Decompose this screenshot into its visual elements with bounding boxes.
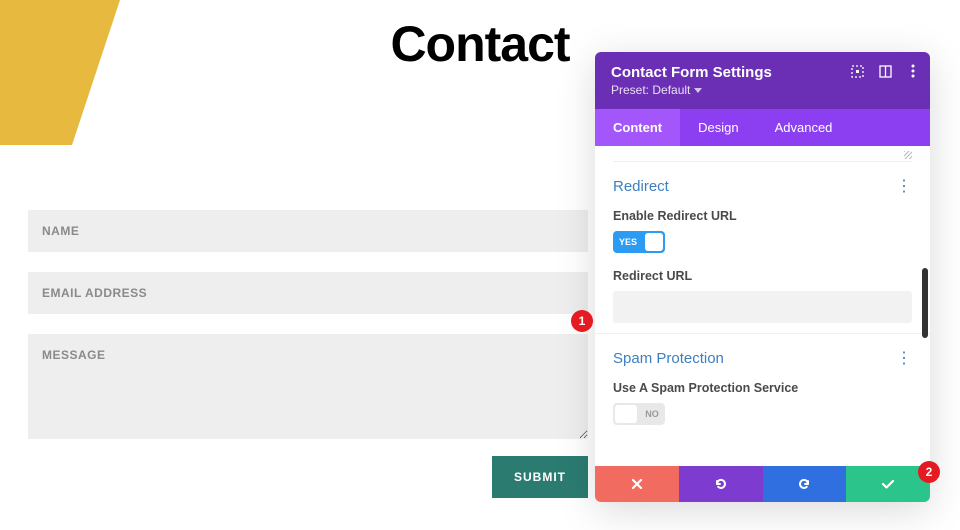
- discard-button[interactable]: [595, 466, 679, 502]
- toggle-text: YES: [613, 237, 643, 247]
- redirect-url-input[interactable]: [613, 291, 912, 323]
- toggle-knob: [645, 233, 663, 251]
- redirect-section: Redirect ⋮ Enable Redirect URL YES Redir…: [595, 162, 930, 334]
- enable-redirect-toggle[interactable]: YES: [613, 231, 665, 253]
- chevron-down-icon: [694, 88, 702, 93]
- redo-icon: [796, 476, 812, 492]
- textarea-stub: [613, 146, 912, 162]
- redirect-section-more-icon[interactable]: ⋮: [896, 182, 912, 192]
- submit-button[interactable]: SUBMIT: [492, 456, 588, 498]
- close-icon: [630, 477, 644, 491]
- panel-footer: [595, 466, 930, 502]
- tab-content[interactable]: Content: [595, 109, 680, 146]
- spam-section-title: Spam Protection: [613, 350, 724, 367]
- annotation-badge-1: 1: [571, 310, 593, 332]
- spam-section-more-icon[interactable]: ⋮: [896, 354, 912, 364]
- expand-icon[interactable]: [850, 64, 864, 78]
- redo-button[interactable]: [763, 466, 847, 502]
- preset-selector[interactable]: Preset: Default: [611, 83, 702, 97]
- preset-label: Preset: Default: [611, 83, 690, 97]
- undo-icon: [713, 476, 729, 492]
- panel-body[interactable]: Redirect ⋮ Enable Redirect URL YES Redir…: [595, 146, 930, 466]
- panel-tabs: Content Design Advanced: [595, 109, 930, 146]
- check-icon: [880, 476, 896, 492]
- message-input[interactable]: [28, 334, 588, 439]
- spam-service-label: Use A Spam Protection Service: [613, 381, 912, 395]
- contact-form: SUBMIT: [28, 210, 588, 498]
- tab-advanced[interactable]: Advanced: [757, 109, 851, 146]
- name-input[interactable]: [28, 210, 588, 252]
- spam-service-toggle[interactable]: NO: [613, 403, 665, 425]
- scrollbar-thumb[interactable]: [922, 268, 928, 338]
- spam-section: Spam Protection ⋮ Use A Spam Protection …: [595, 334, 930, 438]
- undo-button[interactable]: [679, 466, 763, 502]
- email-input[interactable]: [28, 272, 588, 314]
- enable-redirect-label: Enable Redirect URL: [613, 209, 912, 223]
- redirect-section-title: Redirect: [613, 178, 669, 195]
- panel-header[interactable]: Contact Form Settings Preset: Default: [595, 52, 930, 109]
- tab-design[interactable]: Design: [680, 109, 756, 146]
- snap-icon[interactable]: [878, 64, 892, 78]
- toggle-knob: [615, 405, 637, 423]
- redirect-url-label: Redirect URL: [613, 269, 912, 283]
- settings-panel: Contact Form Settings Preset: Default Co…: [595, 52, 930, 502]
- more-icon[interactable]: [906, 64, 920, 78]
- toggle-text: NO: [639, 409, 665, 419]
- annotation-badge-2: 2: [918, 461, 940, 483]
